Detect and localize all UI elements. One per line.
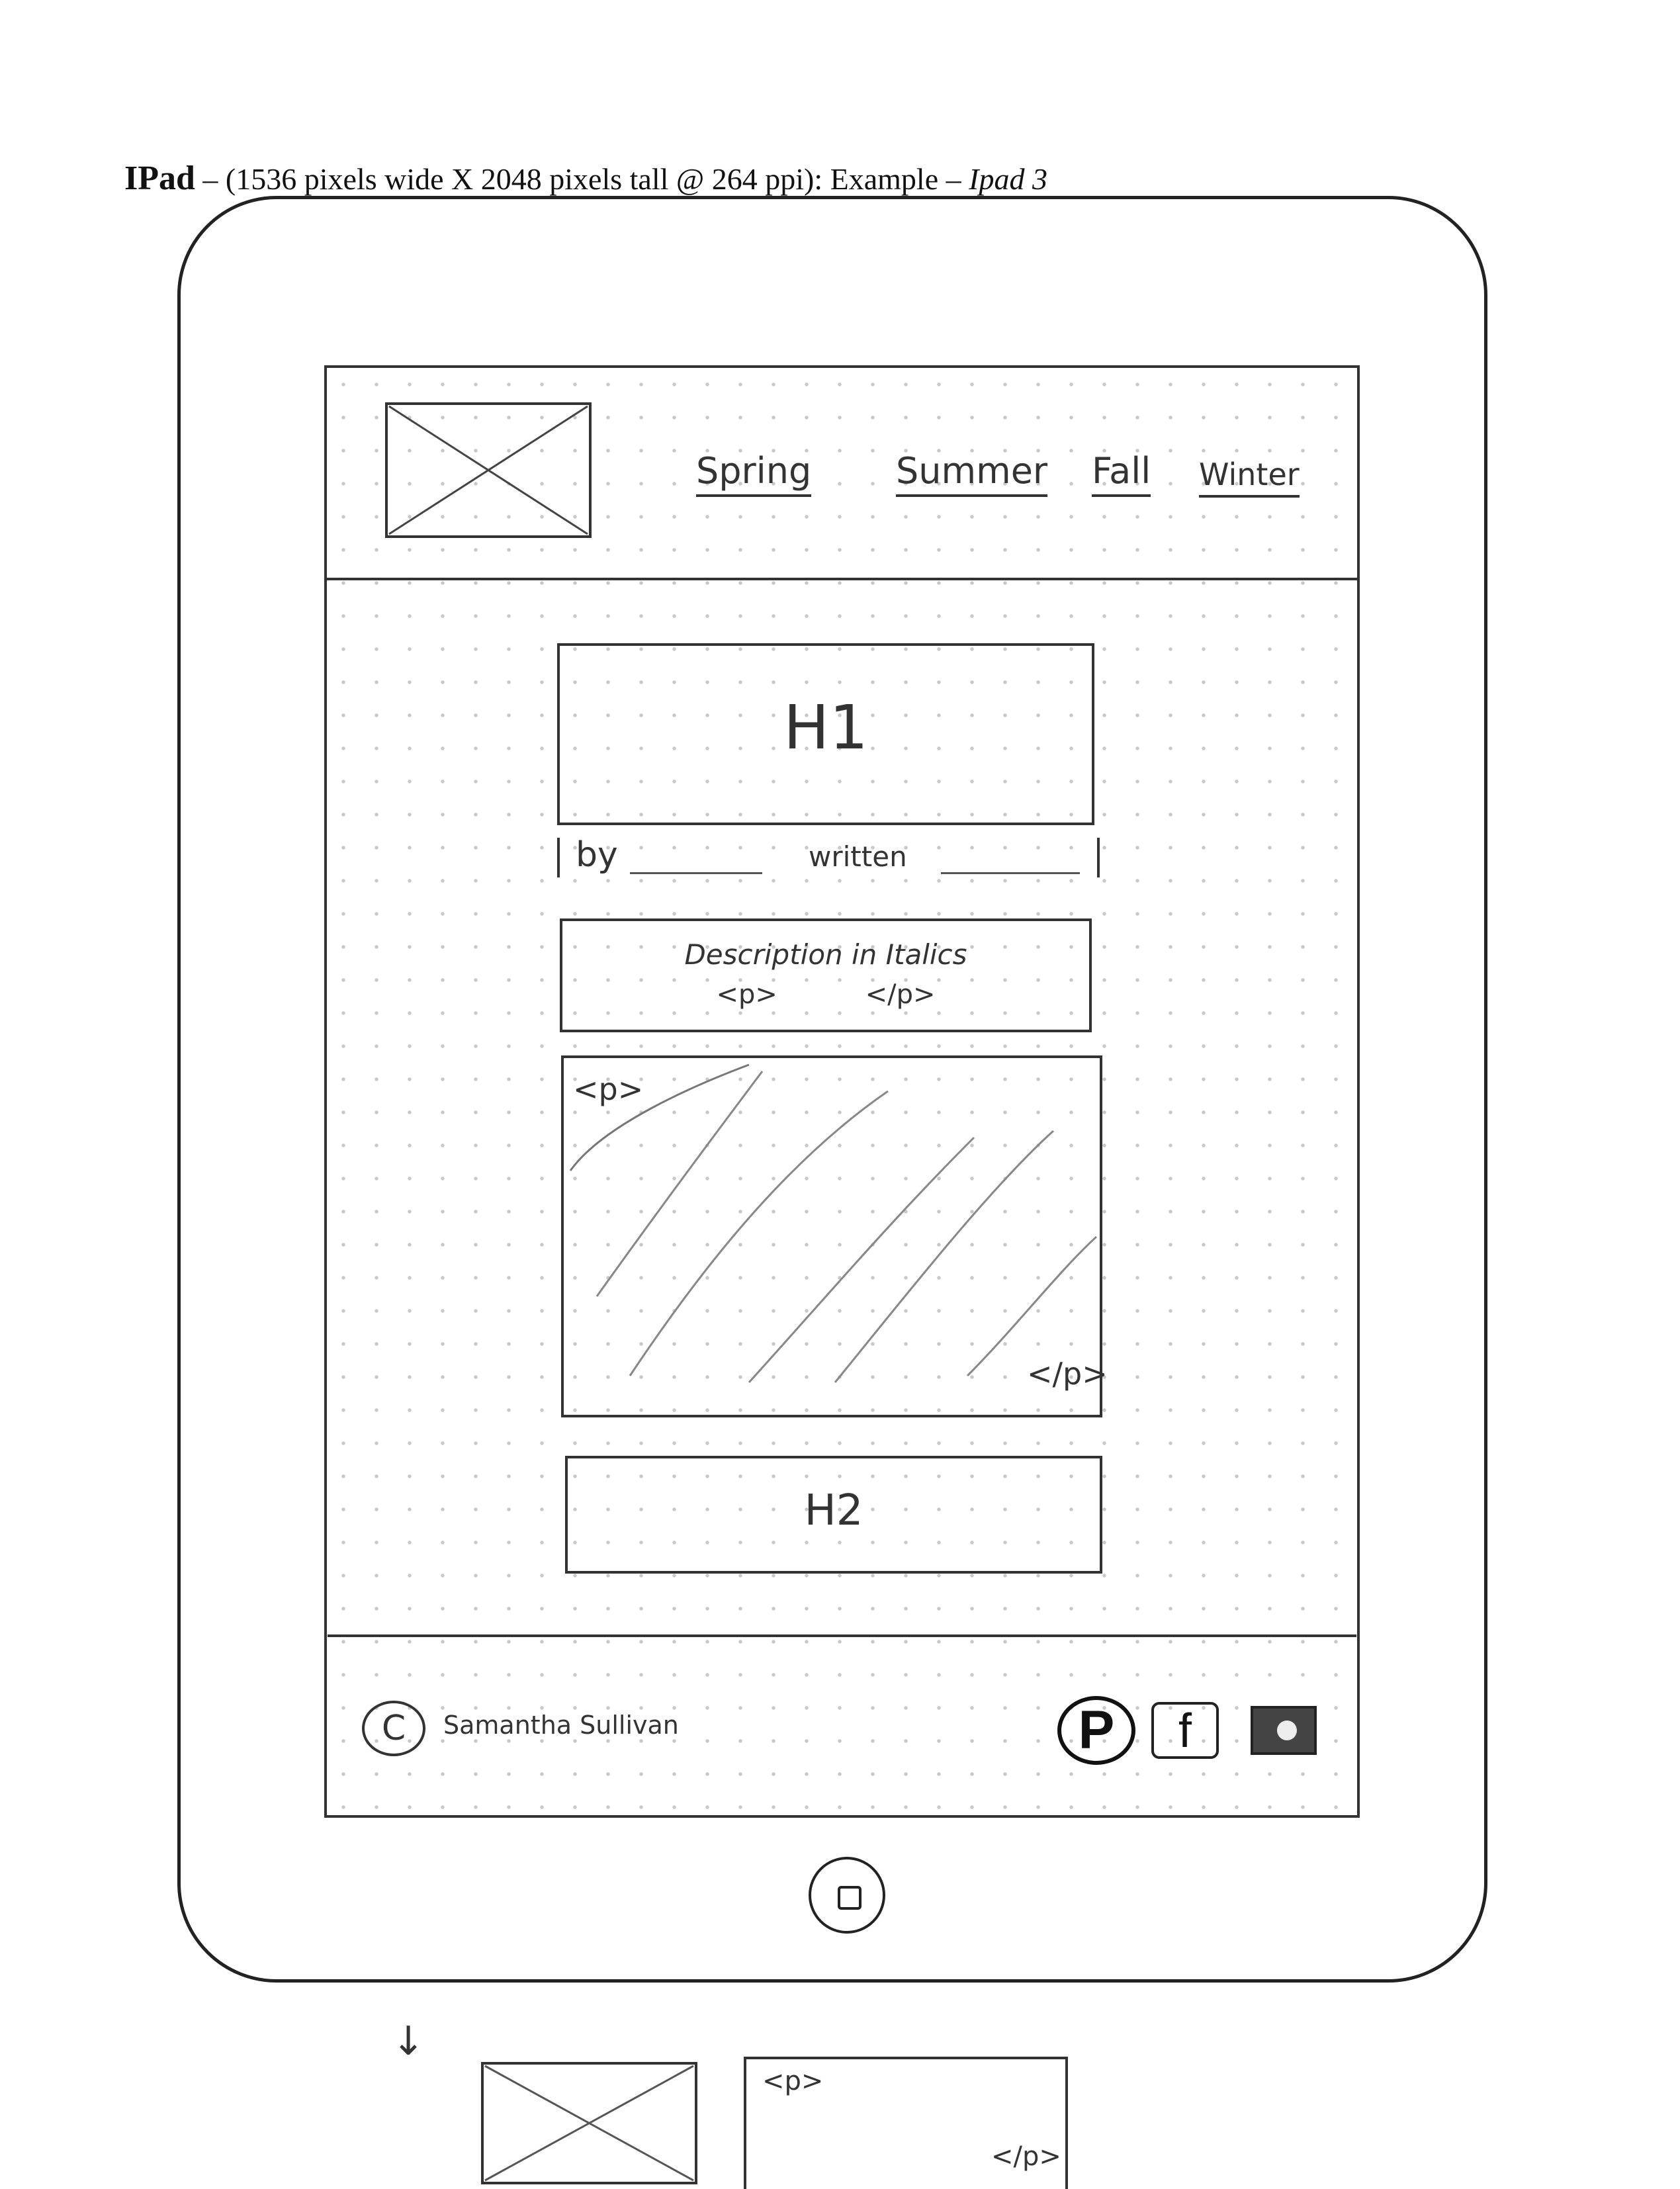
page-heading: IPad – (1536 pixels wide X 2048 pixels t… bbox=[124, 159, 1047, 198]
h1-block: H1 bbox=[557, 643, 1094, 825]
copyright-icon: C bbox=[362, 1701, 425, 1756]
h1-label: H1 bbox=[783, 692, 868, 763]
byline-left-bar bbox=[557, 838, 560, 877]
header-divider bbox=[324, 578, 1360, 580]
instagram-icon[interactable] bbox=[1251, 1706, 1317, 1755]
facebook-icon[interactable]: f bbox=[1151, 1702, 1219, 1759]
nav-item-spring[interactable]: Spring bbox=[696, 450, 812, 497]
logo-placeholder[interactable] bbox=[385, 402, 592, 538]
byline-author-line bbox=[630, 872, 762, 874]
nav-item-winter[interactable]: Winter bbox=[1199, 457, 1300, 498]
small-paragraph-open-tag: <p> bbox=[762, 2066, 824, 2096]
description-block: Description in Italics <p> </p> bbox=[560, 918, 1092, 1032]
h2-block: H2 bbox=[565, 1456, 1102, 1574]
byline: by written bbox=[557, 835, 1100, 888]
paragraph-open-tag: <p> bbox=[573, 1071, 644, 1107]
image-placeholder-icon bbox=[388, 405, 588, 535]
image-placeholder-icon bbox=[484, 2065, 694, 2182]
down-arrow-icon: ↓ bbox=[392, 2018, 425, 2065]
small-paragraph-close-tag: </p> bbox=[991, 2141, 1061, 2172]
nav-item-summer[interactable]: Summer bbox=[896, 450, 1048, 497]
device-example: Ipad 3 bbox=[969, 162, 1047, 196]
home-button[interactable] bbox=[809, 1857, 885, 1934]
paragraph-close-tag: </p> bbox=[1027, 1356, 1108, 1392]
paragraph-placeholder-small: <p> </p> bbox=[744, 2057, 1068, 2189]
device-name: IPad bbox=[124, 159, 195, 197]
image-placeholder-small bbox=[481, 2062, 697, 2184]
text-placeholder-hatching bbox=[569, 1063, 1098, 1384]
description-text: Description in Italics bbox=[684, 938, 967, 971]
home-square-icon bbox=[838, 1886, 862, 1910]
copyright-author: Samantha Sullivan bbox=[443, 1711, 679, 1740]
footer-divider bbox=[328, 1634, 1356, 1637]
byline-by: by bbox=[576, 835, 618, 875]
h2-label: H2 bbox=[804, 1486, 863, 1535]
byline-date-line bbox=[941, 872, 1080, 874]
description-tags: <p> </p> bbox=[716, 979, 936, 1010]
byline-written: written bbox=[809, 840, 907, 873]
paragraph-block: <p> </p> bbox=[561, 1055, 1108, 1417]
pinterest-icon[interactable]: P bbox=[1057, 1696, 1135, 1765]
byline-right-bar bbox=[1097, 838, 1100, 877]
device-spec: – (1536 pixels wide X 2048 pixels tall @… bbox=[202, 162, 961, 196]
nav-item-fall[interactable]: Fall bbox=[1092, 450, 1151, 497]
